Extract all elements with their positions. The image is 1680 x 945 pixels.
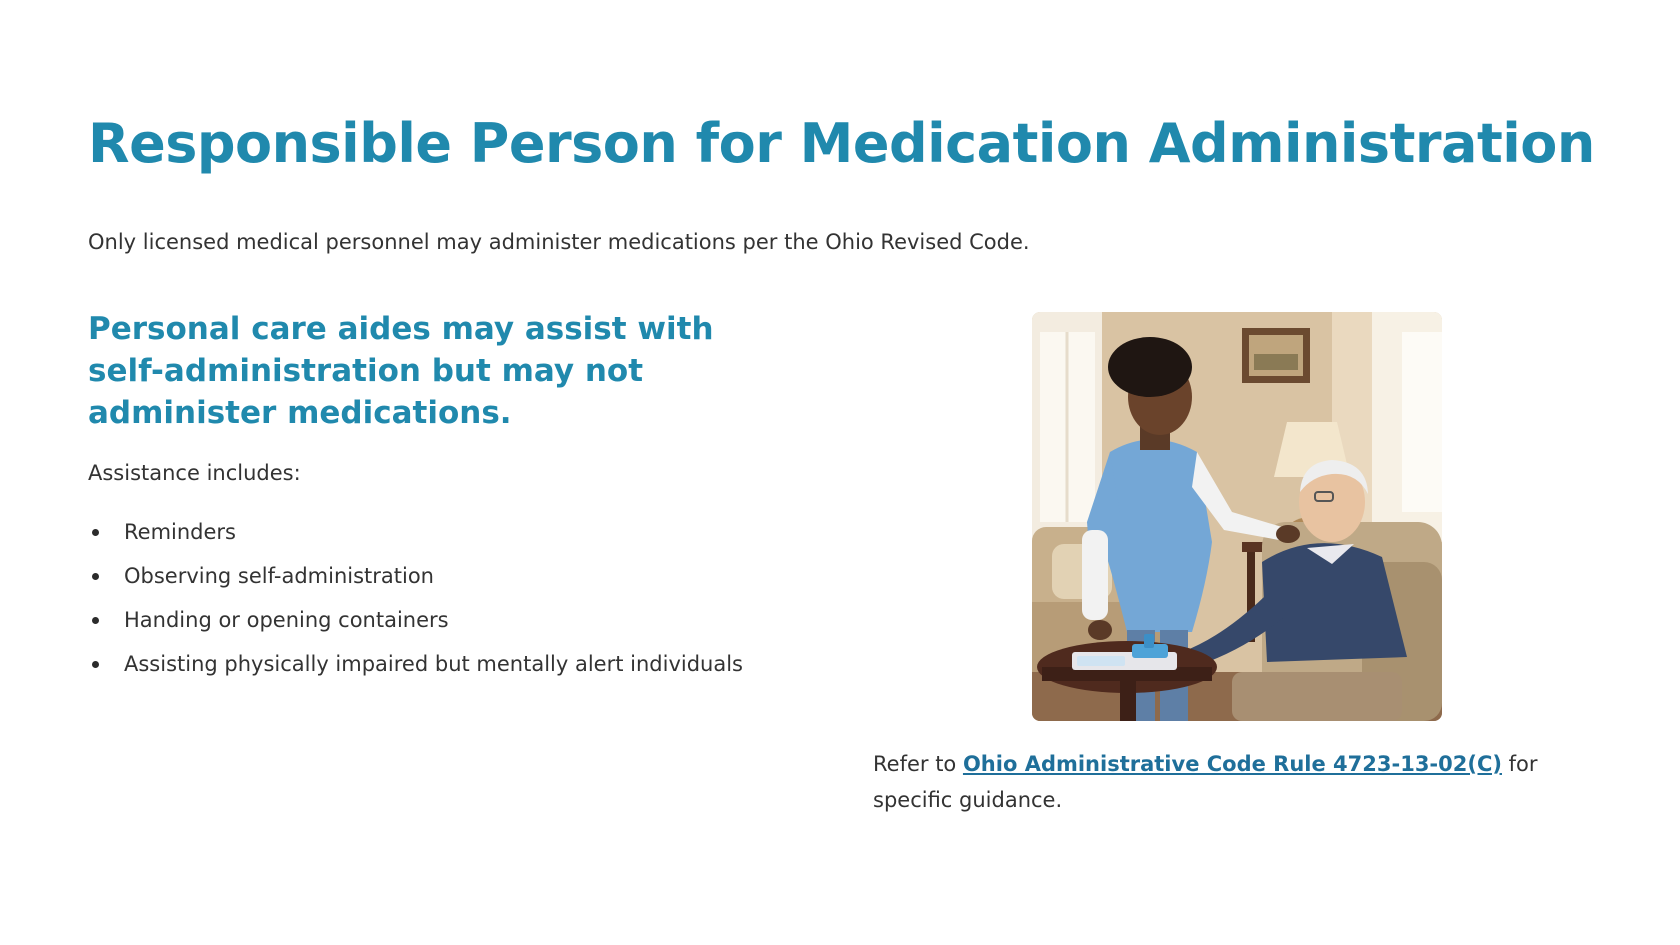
subheading: Personal care aides may assist with self…: [88, 311, 714, 431]
list-item: Reminders: [88, 510, 743, 554]
list-item: Handing or opening containers: [88, 598, 743, 642]
assistance-label: Assistance includes:: [88, 461, 301, 485]
ohio-code-link[interactable]: Ohio Administrative Code Rule 4723-13-02…: [963, 752, 1502, 776]
page-title: Responsible Person for Medication Admini…: [88, 112, 1595, 175]
intro-text: Only licensed medical personnel may admi…: [88, 230, 1030, 254]
assistance-list: Reminders Observing self-administration …: [88, 510, 743, 686]
slide: Responsible Person for Medication Admini…: [0, 0, 1680, 945]
reference-prefix: Refer to: [873, 752, 963, 776]
list-item: Observing self-administration: [88, 554, 743, 598]
list-item: Assisting physically impaired but mental…: [88, 642, 743, 686]
reference-text: Refer to Ohio Administrative Code Rule 4…: [873, 746, 1593, 818]
caregiver-photo: [1032, 312, 1442, 721]
